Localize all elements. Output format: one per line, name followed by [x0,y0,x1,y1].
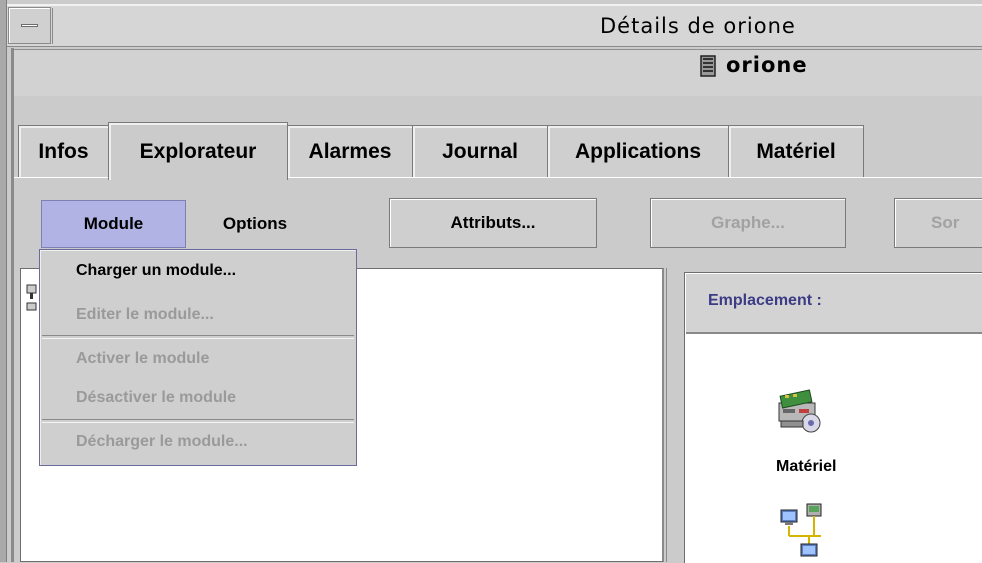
tab-infos[interactable]: Infos [18,125,109,177]
menu-item-load-module[interactable]: Charger un module... [76,262,236,280]
tab-applications[interactable]: Applications [547,125,729,177]
split-divider[interactable] [666,268,685,562]
location-label: Emplacement : [708,292,822,309]
network-icon[interactable] [779,500,831,562]
title-bar [7,4,982,47]
window-menu-button[interactable] [8,7,51,44]
server-icon [700,55,716,77]
menu-item-unload-module[interactable]: Décharger le module... [76,433,248,451]
exit-button[interactable]: Sor [894,198,982,248]
menu-item-enable-module[interactable]: Activer le module [76,350,209,368]
title-separator [52,8,53,44]
graph-button[interactable]: Graphe... [650,198,846,248]
tab-materiel[interactable]: Matériel [728,125,864,177]
host-name: orione [726,53,808,77]
window-title: Détails de orione [600,14,796,38]
host-bar [14,49,982,97]
tab-alarmes[interactable]: Alarmes [287,125,413,177]
hardware-icon[interactable] [773,385,825,437]
menu-separator [42,335,354,339]
tab-explorateur[interactable]: Explorateur [108,122,288,180]
menu-item-disable-module[interactable]: Désactiver le module [76,389,236,407]
module-dropdown-menu: Charger un module... Editer le module...… [39,249,357,466]
attributes-button[interactable]: Attributs... [389,198,597,248]
options-menu-button[interactable]: Options [190,200,320,248]
menu-separator [42,419,354,423]
module-menu-button[interactable]: Module [41,200,186,248]
menu-item-edit-module[interactable]: Editer le module... [76,306,214,324]
window-left-border [0,0,7,562]
tab-journal[interactable]: Journal [412,125,548,177]
hardware-label[interactable]: Matériel [776,458,836,476]
tree-node-icon [26,284,37,311]
